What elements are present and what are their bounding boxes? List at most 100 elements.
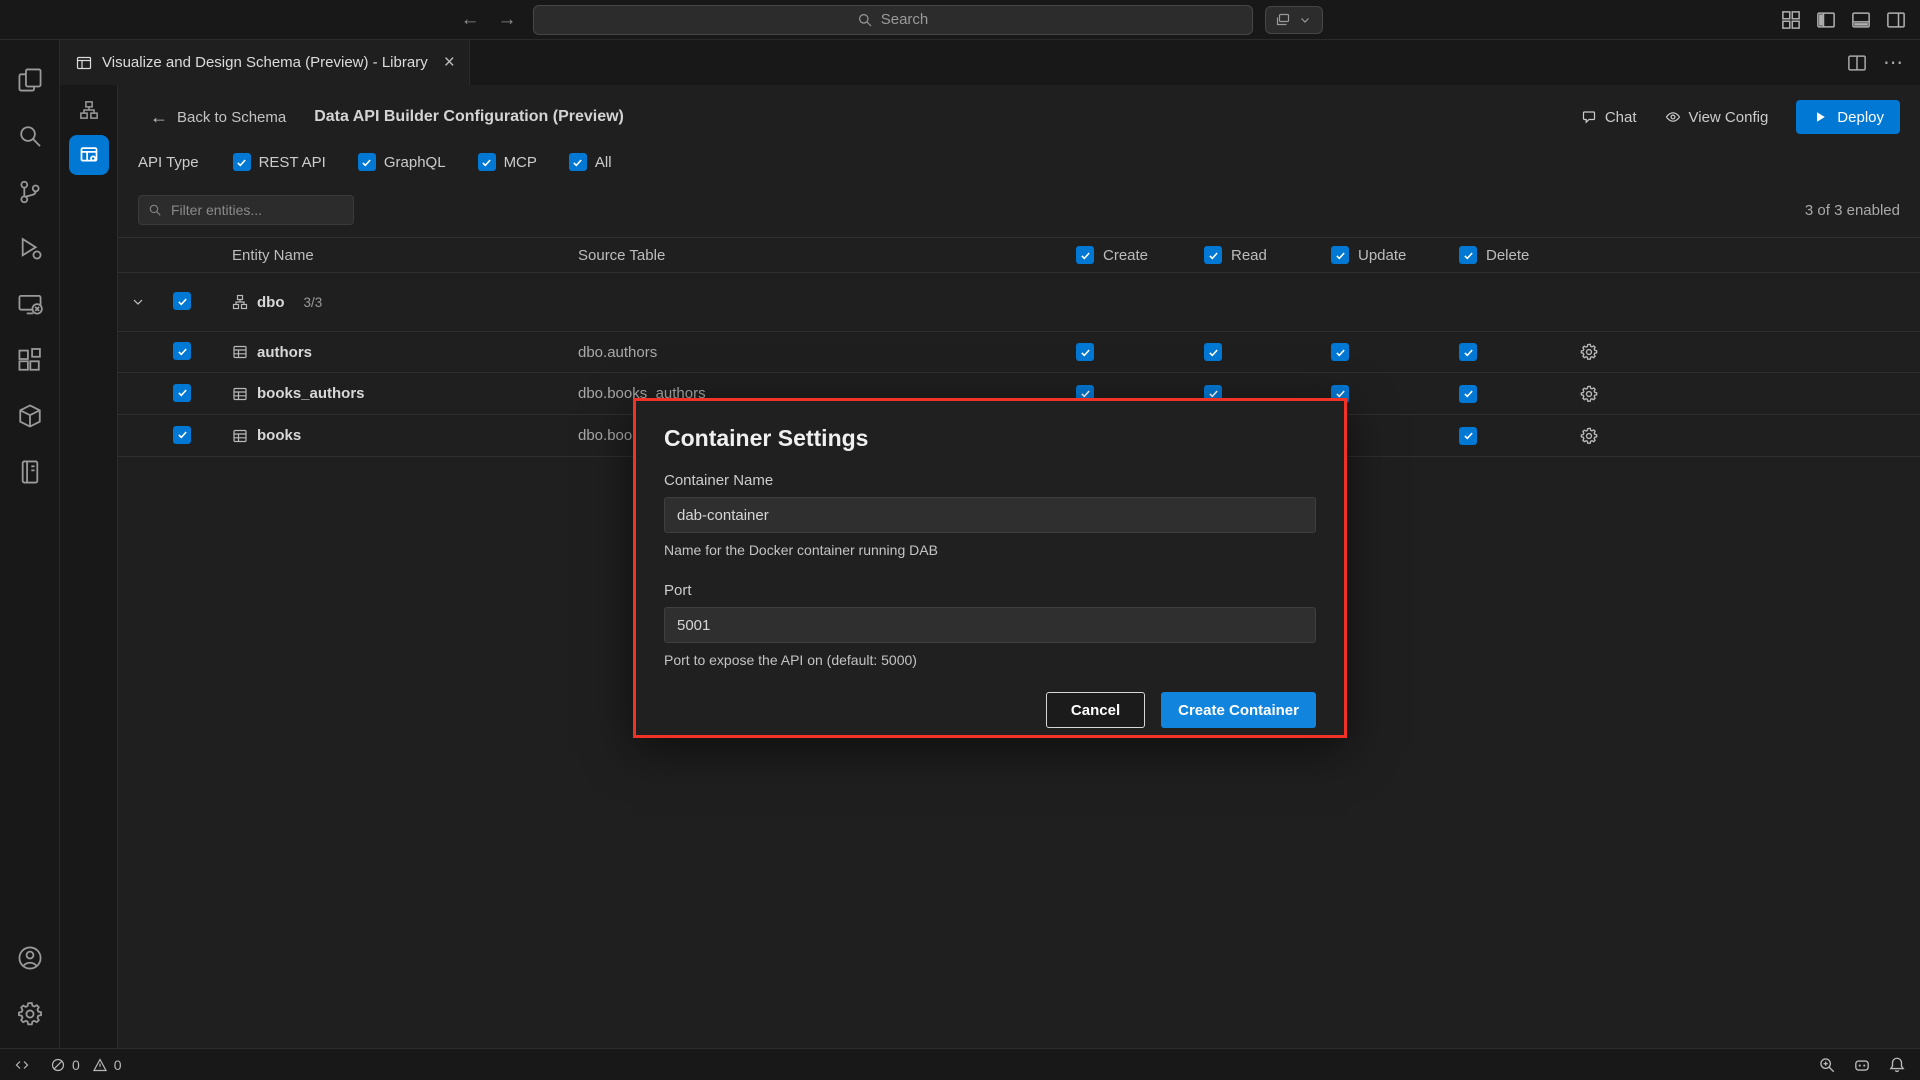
tab-visualize-schema[interactable]: Visualize and Design Schema (Preview) - … [60, 40, 470, 85]
table-icon [232, 386, 248, 402]
close-icon[interactable]: × [444, 53, 455, 72]
table-icon [232, 344, 248, 360]
create-checkbox[interactable] [1076, 343, 1094, 361]
source-control-icon [17, 179, 43, 205]
deploy-label: Deploy [1837, 109, 1884, 126]
entity-name: books [257, 427, 301, 444]
run-debug-icon [17, 235, 43, 261]
back-label: Back to Schema [177, 109, 286, 126]
table-icon [232, 428, 248, 444]
create-container-button[interactable]: Create Container [1161, 692, 1316, 728]
api-type-graphql[interactable]: GraphQL [358, 153, 446, 171]
layers-icon [1275, 12, 1291, 28]
titlebar: ← → Search [0, 0, 1920, 40]
cancel-button[interactable]: Cancel [1046, 692, 1145, 728]
sidebar-item-source-control[interactable] [0, 164, 60, 220]
all-checkbox[interactable] [569, 153, 587, 171]
api-type-mcp[interactable]: MCP [478, 153, 537, 171]
all-label: All [595, 154, 612, 171]
entity-settings-gear-icon[interactable] [1580, 385, 1598, 403]
back-arrow-icon: ← [150, 107, 168, 128]
update-checkbox[interactable] [1331, 343, 1349, 361]
play-icon [1812, 109, 1828, 125]
forward-arrow-icon[interactable]: → [498, 10, 517, 29]
search-placeholder: Search [881, 11, 929, 28]
schema-hierarchy-icon [79, 100, 99, 120]
entity-settings-gear-icon[interactable] [1580, 343, 1598, 361]
files-icon [17, 67, 43, 93]
bell-icon[interactable] [1888, 1056, 1906, 1074]
layout-controls [1781, 10, 1906, 30]
group-checkbox[interactable] [173, 292, 191, 310]
entity-settings-gear-icon[interactable] [1580, 427, 1598, 445]
graphql-checkbox[interactable] [358, 153, 376, 171]
toggle-primary-sidebar-icon[interactable] [1816, 10, 1836, 30]
zoom-icon[interactable] [1818, 1056, 1836, 1074]
copilot-icon[interactable] [1853, 1056, 1871, 1074]
sidebar-item-library[interactable] [0, 444, 60, 500]
filter-entities-input[interactable] [169, 201, 344, 219]
container-name-field[interactable] [664, 497, 1316, 533]
sidebar-item-settings[interactable] [0, 986, 60, 1042]
errors-count: 0 [72, 1057, 80, 1073]
row-checkbox[interactable] [173, 426, 191, 444]
tool-schema-designer[interactable] [69, 93, 109, 127]
sidebar-item-database[interactable] [0, 388, 60, 444]
dialog-buttons: Cancel Create Container [664, 692, 1316, 728]
search-input[interactable]: Search [533, 5, 1253, 35]
row-checkbox[interactable] [173, 342, 191, 360]
tool-dab-config[interactable] [69, 135, 109, 175]
table-row-authors: authors dbo.authors [118, 331, 1920, 373]
api-type-rest[interactable]: REST API [233, 153, 326, 171]
read-checkbox[interactable] [1204, 343, 1222, 361]
sidebar-item-explorer[interactable] [0, 52, 60, 108]
sidebar-item-run-debug[interactable] [0, 220, 60, 276]
sidebar-item-remote-explorer[interactable] [0, 276, 60, 332]
remote-indicator[interactable] [14, 1057, 30, 1073]
customize-layout-icon[interactable] [1781, 10, 1801, 30]
read-all-checkbox[interactable] [1204, 246, 1222, 264]
port-helper: Port to expose the API on (default: 5000… [664, 652, 1316, 668]
warnings-count: 0 [114, 1057, 122, 1073]
source-table: dbo.authors [578, 344, 1068, 361]
chevron-down-icon[interactable] [118, 294, 158, 310]
filter-row: 3 of 3 enabled [118, 183, 1920, 237]
toggle-panel-icon[interactable] [1851, 10, 1871, 30]
chat-button[interactable]: Chat [1581, 109, 1637, 126]
view-config-button[interactable]: View Config [1665, 109, 1769, 126]
page-header: ← Back to Schema Data API Builder Config… [118, 85, 1920, 141]
chat-icon [1581, 109, 1597, 125]
toggle-secondary-sidebar-icon[interactable] [1886, 10, 1906, 30]
delete-all-checkbox[interactable] [1459, 246, 1477, 264]
api-type-all[interactable]: All [569, 153, 612, 171]
sidebar-item-extensions[interactable] [0, 332, 60, 388]
deploy-button[interactable]: Deploy [1796, 100, 1900, 134]
port-field[interactable] [664, 607, 1316, 643]
database-cube-icon [17, 403, 43, 429]
warnings-icon [92, 1057, 108, 1073]
api-type-label: API Type [138, 154, 199, 171]
problems-indicator[interactable]: 0 0 [50, 1057, 122, 1073]
update-all-checkbox[interactable] [1331, 246, 1349, 264]
more-actions-icon[interactable]: ⋯ [1883, 50, 1904, 75]
errors-icon [50, 1057, 66, 1073]
container-name-label: Container Name [664, 472, 1316, 489]
sidebar-item-search[interactable] [0, 108, 60, 164]
remote-explorer-icon [17, 291, 43, 317]
mcp-checkbox[interactable] [478, 153, 496, 171]
back-arrow-icon[interactable]: ← [461, 10, 480, 29]
create-all-checkbox[interactable] [1076, 246, 1094, 264]
account-icon [17, 945, 43, 971]
delete-checkbox[interactable] [1459, 385, 1477, 403]
delete-checkbox[interactable] [1459, 427, 1477, 445]
create-column-label: Create [1103, 247, 1148, 264]
back-to-schema-link[interactable]: ← Back to Schema [150, 107, 286, 128]
statusbar-right [1818, 1056, 1906, 1074]
row-checkbox[interactable] [173, 384, 191, 402]
enabled-summary: 3 of 3 enabled [1805, 202, 1900, 219]
sidebar-item-account[interactable] [0, 930, 60, 986]
delete-checkbox[interactable] [1459, 343, 1477, 361]
rest-api-checkbox[interactable] [233, 153, 251, 171]
titlebar-pill[interactable] [1265, 6, 1323, 34]
split-editor-icon[interactable] [1847, 53, 1867, 73]
